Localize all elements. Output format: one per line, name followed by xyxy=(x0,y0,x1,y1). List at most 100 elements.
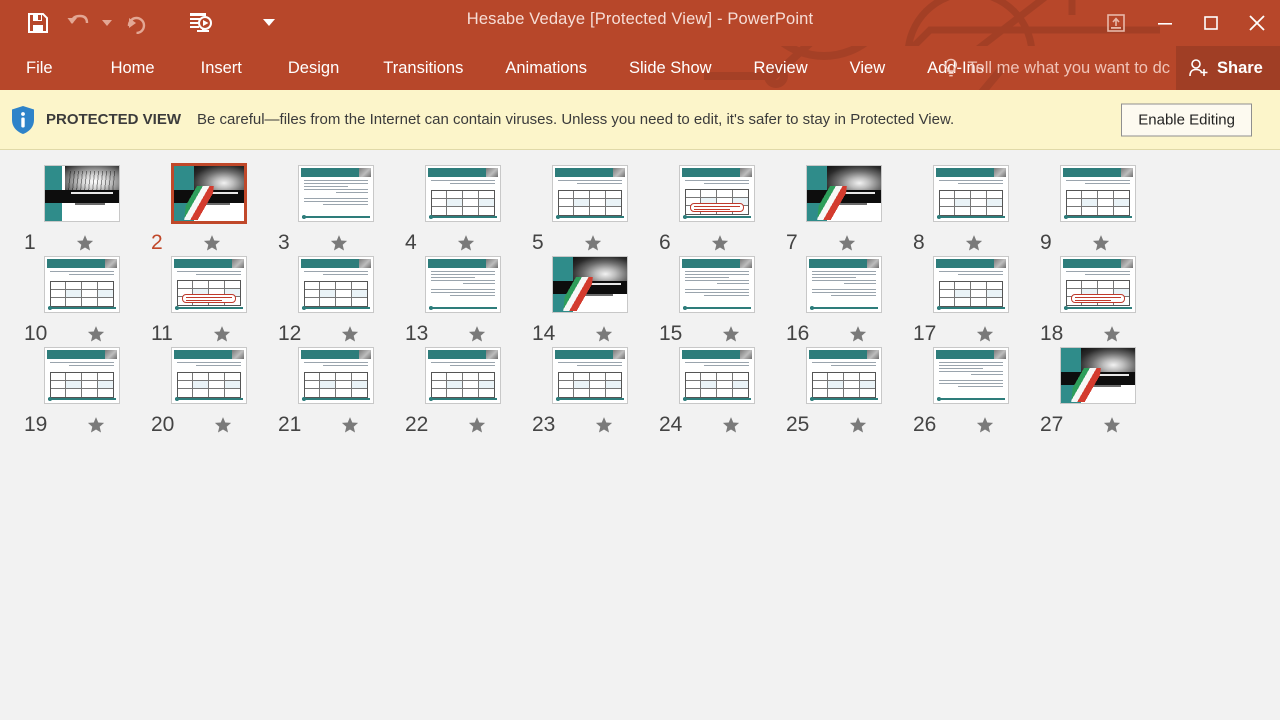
star-icon[interactable] xyxy=(849,325,867,343)
slide-thumbnail-19[interactable]: 19 xyxy=(18,346,145,437)
slide-thumb-wrap[interactable] xyxy=(297,255,374,313)
slide-thumbnail-10[interactable]: 10 xyxy=(18,255,145,346)
start-slideshow-icon[interactable] xyxy=(180,3,220,43)
slide-thumb-wrap[interactable] xyxy=(678,346,755,404)
slide-sorter-pane[interactable]: 123456789 10 11 12 13 14 15 16 17 18 19 20 21 22 23 2… xyxy=(0,150,1280,720)
star-icon[interactable] xyxy=(203,234,221,252)
redo-icon[interactable] xyxy=(116,3,156,43)
slide-preview[interactable] xyxy=(424,255,501,313)
slide-thumb-wrap[interactable] xyxy=(43,346,120,404)
star-icon[interactable] xyxy=(595,325,613,343)
star-icon[interactable] xyxy=(457,234,475,252)
slide-thumbnail-17[interactable]: 17 xyxy=(907,255,1034,346)
tab-home[interactable]: Home xyxy=(111,59,155,78)
slide-thumbnail-27[interactable]: 27 xyxy=(1034,346,1161,437)
slide-thumbnail-1[interactable]: 1 xyxy=(18,164,145,255)
star-icon[interactable] xyxy=(976,416,994,434)
slide-preview[interactable] xyxy=(678,346,755,404)
slide-preview[interactable] xyxy=(297,255,374,313)
slide-preview[interactable] xyxy=(805,255,882,313)
tell-me-search[interactable]: Tell me what you want to dc xyxy=(943,46,1170,90)
slide-thumb-wrap[interactable] xyxy=(297,346,374,404)
slide-preview[interactable] xyxy=(932,164,1009,222)
slide-thumbnail-21[interactable]: 21 xyxy=(272,346,399,437)
slide-thumb-wrap[interactable] xyxy=(170,255,247,313)
slide-thumbnail-2[interactable]: 2 xyxy=(145,162,272,255)
slide-thumb-wrap[interactable] xyxy=(805,346,882,404)
slide-thumb-wrap[interactable] xyxy=(424,346,501,404)
tab-review[interactable]: Review xyxy=(754,59,808,78)
slide-thumb-wrap[interactable] xyxy=(932,164,1009,222)
slide-thumbnail-12[interactable]: 12 xyxy=(272,255,399,346)
slide-preview[interactable] xyxy=(43,346,120,404)
undo-dropdown-caret[interactable] xyxy=(98,3,116,43)
slide-preview[interactable] xyxy=(551,255,628,313)
slide-thumb-wrap[interactable] xyxy=(551,346,628,404)
slide-preview[interactable] xyxy=(551,164,628,222)
slide-preview[interactable] xyxy=(805,164,882,222)
slide-thumbnail-20[interactable]: 20 xyxy=(145,346,272,437)
slide-thumbnail-23[interactable]: 23 xyxy=(526,346,653,437)
slide-thumb-wrap[interactable] xyxy=(297,164,374,222)
slide-preview[interactable] xyxy=(932,255,1009,313)
slide-preview[interactable] xyxy=(1059,164,1136,222)
slide-thumbnail-3[interactable]: 3 xyxy=(272,164,399,255)
star-icon[interactable] xyxy=(976,325,994,343)
slide-preview[interactable] xyxy=(678,164,755,222)
slide-thumbnail-25[interactable]: 25 xyxy=(780,346,907,437)
slide-thumb-wrap[interactable] xyxy=(424,255,501,313)
star-icon[interactable] xyxy=(722,416,740,434)
slide-thumbnail-6[interactable]: 6 xyxy=(653,164,780,255)
slide-thumb-wrap[interactable] xyxy=(932,346,1009,404)
tab-design[interactable]: Design xyxy=(288,59,339,78)
slide-preview[interactable] xyxy=(932,346,1009,404)
slide-preview[interactable] xyxy=(678,255,755,313)
star-icon[interactable] xyxy=(330,234,348,252)
enable-editing-button[interactable]: Enable Editing xyxy=(1121,103,1252,136)
slide-preview[interactable] xyxy=(805,346,882,404)
undo-icon[interactable] xyxy=(58,3,98,43)
star-icon[interactable] xyxy=(722,325,740,343)
star-icon[interactable] xyxy=(711,234,729,252)
customize-qat-caret[interactable] xyxy=(260,3,278,43)
slide-thumb-wrap[interactable] xyxy=(678,255,755,313)
slide-thumbnail-5[interactable]: 5 xyxy=(526,164,653,255)
star-icon[interactable] xyxy=(1103,325,1121,343)
maximize-restore-button[interactable] xyxy=(1188,0,1234,46)
slide-thumb-wrap[interactable] xyxy=(170,346,247,404)
slide-preview[interactable] xyxy=(170,162,247,224)
slide-thumb-wrap[interactable] xyxy=(932,255,1009,313)
slide-thumb-wrap[interactable] xyxy=(805,255,882,313)
slide-thumbnail-24[interactable]: 24 xyxy=(653,346,780,437)
share-button[interactable]: Share xyxy=(1176,46,1280,90)
tab-view[interactable]: View xyxy=(850,59,885,78)
slide-preview[interactable] xyxy=(297,164,374,222)
star-icon[interactable] xyxy=(76,234,94,252)
slide-preview[interactable] xyxy=(43,255,120,313)
star-icon[interactable] xyxy=(468,416,486,434)
tab-file[interactable]: File xyxy=(26,59,53,78)
slide-thumb-wrap[interactable] xyxy=(1059,255,1136,313)
star-icon[interactable] xyxy=(341,325,359,343)
slide-thumb-wrap[interactable] xyxy=(424,164,501,222)
slide-thumbnail-9[interactable]: 9 xyxy=(1034,164,1161,255)
tab-insert[interactable]: Insert xyxy=(201,59,242,78)
star-icon[interactable] xyxy=(1092,234,1110,252)
close-button[interactable] xyxy=(1234,0,1280,46)
star-icon[interactable] xyxy=(595,416,613,434)
star-icon[interactable] xyxy=(87,416,105,434)
slide-thumbnail-15[interactable]: 15 xyxy=(653,255,780,346)
slide-preview[interactable] xyxy=(1059,346,1136,404)
slide-thumbnail-13[interactable]: 13 xyxy=(399,255,526,346)
star-icon[interactable] xyxy=(1103,416,1121,434)
slide-preview[interactable] xyxy=(297,346,374,404)
slide-thumb-wrap[interactable] xyxy=(43,255,120,313)
slide-thumbnail-11[interactable]: 11 xyxy=(145,255,272,346)
slide-preview[interactable] xyxy=(170,255,247,313)
tab-transitions[interactable]: Transitions xyxy=(383,59,463,78)
slide-thumb-wrap[interactable] xyxy=(1059,164,1136,222)
slide-thumb-wrap[interactable] xyxy=(43,164,120,222)
star-icon[interactable] xyxy=(584,234,602,252)
slide-thumbnail-14[interactable]: 14 xyxy=(526,255,653,346)
slide-preview[interactable] xyxy=(551,346,628,404)
